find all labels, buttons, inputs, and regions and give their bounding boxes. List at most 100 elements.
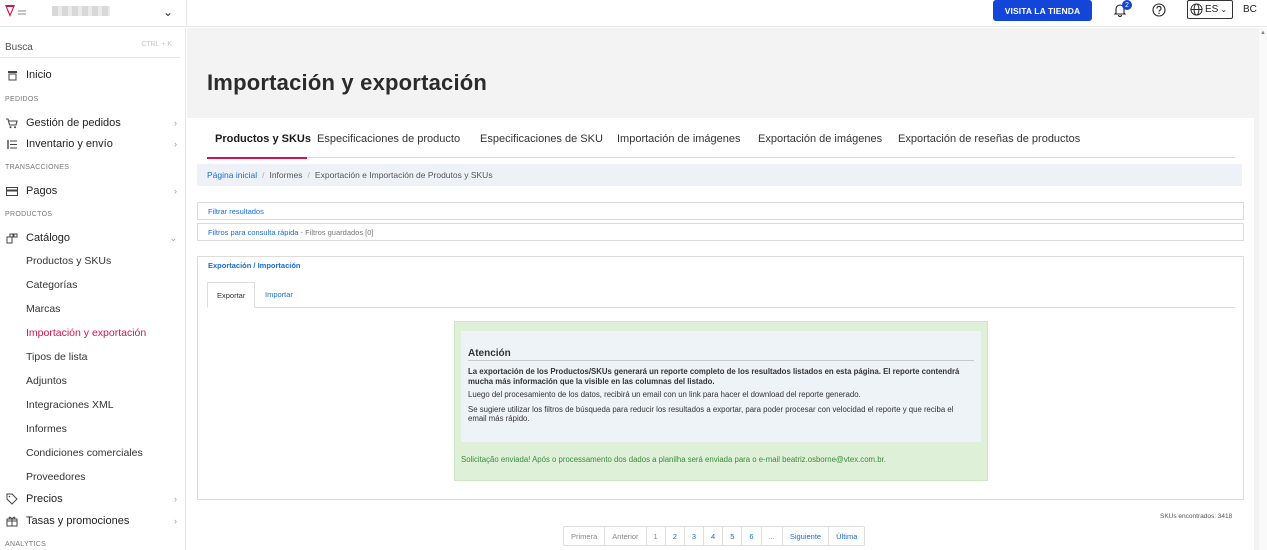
alert-info-panel: Atención La exportación de los Productos…	[461, 331, 981, 442]
section-transactions: TRANSACCIONES	[5, 164, 70, 171]
tab-product-specs[interactable]: Especificaciones de producto	[317, 133, 460, 145]
sidebar-subitem-xml-integrations[interactable]: Integraciones XML	[26, 399, 114, 411]
tab-review-export[interactable]: Exportación de reseñas de productos	[898, 133, 1080, 145]
pager-first[interactable]: Primera	[564, 527, 606, 546]
account-name-blurred[interactable]	[52, 6, 110, 16]
language-selector[interactable]: ES ⌄	[1187, 0, 1233, 19]
sidebar-subitem-categories[interactable]: Categorías	[26, 279, 77, 291]
sidebar-subitem-suppliers[interactable]: Proveedores	[26, 471, 86, 483]
search-input[interactable]: Busca CTRL + K	[0, 36, 180, 58]
pager-page[interactable]: 3	[685, 527, 705, 546]
pager-next[interactable]: Siguiente	[783, 527, 830, 546]
breadcrumb: Página inicial / Informes / Exportación e Im…	[197, 164, 1242, 186]
search-shortcut: CTRL + K	[141, 41, 172, 48]
alert-paragraph: Luego del procesamiento de los datos, re…	[468, 390, 861, 399]
notification-badge: 2	[1122, 0, 1132, 10]
chevron-down-icon: ⌄	[169, 233, 177, 243]
divider	[186, 0, 187, 27]
scroll-up-icon[interactable]: ▲	[1260, 30, 1266, 36]
catalog-icon	[5, 232, 19, 244]
tag-icon	[5, 493, 19, 505]
alert-title: Atención	[468, 348, 974, 361]
chevron-right-icon: ›	[174, 118, 177, 128]
main-content: Importación y exportación Productos y SK…	[187, 28, 1259, 550]
success-message: Solicitação enviada! Após o processament…	[461, 455, 886, 464]
list-icon	[5, 138, 19, 150]
gift-icon	[5, 515, 19, 527]
quick-filters-box: Filtros para consulta rápida - Filtros g…	[197, 223, 1244, 241]
content-panel: Productos y SKUs Especificaciones de pro…	[187, 118, 1254, 550]
sidebar-item-catalog[interactable]: Catálogo ⌄	[5, 232, 177, 244]
chevron-down-icon[interactable]: ⌄	[163, 5, 173, 19]
active-tab-indicator	[207, 157, 307, 159]
section-orders: PEDIDOS	[5, 96, 39, 103]
page-title: Importación y exportación	[207, 70, 488, 95]
breadcrumb-separator: /	[262, 170, 265, 180]
sidebar-subitem-list-types[interactable]: Tipos de lista	[26, 351, 87, 363]
tab-bar: Productos y SKUs Especificaciones de pro…	[207, 128, 1235, 159]
pager-page[interactable]: 5	[723, 527, 743, 546]
pager-page[interactable]: 6	[742, 527, 762, 546]
avatar[interactable]: BC	[1243, 4, 1257, 15]
breadcrumb-reports[interactable]: Informes	[269, 170, 302, 180]
attention-alert: Atención La exportación de los Productos…	[454, 321, 988, 481]
section-products: PRODUCTOS	[5, 211, 53, 218]
sidebar-subitem-commercial-conditions[interactable]: Condiciones comerciales	[26, 447, 143, 459]
breadcrumb-current: Exportación e Importación de Produtos y …	[314, 170, 493, 180]
sidebar-subitem-import-export[interactable]: Importación y exportación	[26, 327, 146, 339]
pager-page[interactable]: 1	[647, 527, 666, 546]
globe-icon	[1190, 3, 1203, 16]
chevron-down-icon: ⌄	[1220, 5, 1228, 14]
filter-results-link[interactable]: Filtrar resultados	[208, 207, 264, 216]
section-analytics: ANALYTICS	[5, 541, 47, 548]
sidebar-item-prices[interactable]: Precios ›	[5, 493, 177, 505]
sidebar: Busca CTRL + K Inicio PEDIDOS Gestión de…	[0, 28, 186, 550]
export-import-box: Exportación / Importación Exportar Impor…	[197, 256, 1244, 500]
tab-image-export[interactable]: Exportación de imágenes	[758, 133, 882, 145]
tab-image-import[interactable]: Importación de imágenes	[617, 133, 741, 145]
filter-results-box: Filtrar resultados	[197, 202, 1244, 220]
quick-filters-link[interactable]: Filtros para consulta rápida	[208, 228, 298, 237]
store-icon	[5, 69, 19, 81]
card-icon	[5, 185, 19, 197]
breadcrumb-home[interactable]: Página inicial	[207, 170, 257, 180]
pagination: Primera Anterior 1 2 3 4 5 6 ... Siguien…	[563, 526, 866, 546]
tab-sku-specs[interactable]: Especificaciones de SKU	[480, 133, 603, 145]
chevron-right-icon: ›	[174, 516, 177, 526]
alert-paragraph: Se sugiere utilizar los filtros de búsqu…	[468, 404, 954, 424]
sidebar-subitem-attachments[interactable]: Adjuntos	[26, 375, 67, 387]
pager-page[interactable]: 4	[704, 527, 724, 546]
sidebar-item-orders[interactable]: Gestión de pedidos ›	[5, 117, 177, 129]
pager-ellipsis: ...	[762, 527, 783, 546]
language-code: ES	[1205, 4, 1219, 15]
alert-paragraph: La exportación de los Productos/SKUs gen…	[468, 367, 960, 386]
sidebar-subitem-products-skus[interactable]: Productos y SKUs	[26, 255, 111, 267]
top-bar: ⌄ VISITA LA TIENDA 2 ES ⌄ BC	[0, 0, 1267, 27]
sidebar-item-home[interactable]: Inicio	[5, 69, 177, 81]
pager-previous[interactable]: Anterior	[605, 527, 647, 546]
breadcrumb-separator: /	[307, 170, 310, 180]
pager-page[interactable]: 2	[666, 527, 685, 546]
chevron-right-icon: ›	[174, 186, 177, 196]
cart-icon	[5, 117, 19, 129]
sidebar-item-promotions[interactable]: Tasas y promociones ›	[5, 515, 177, 527]
export-import-header: Exportación / Importación	[208, 261, 301, 270]
sidebar-item-payments[interactable]: Pagos ›	[5, 185, 177, 197]
tab-products-skus[interactable]: Productos y SKUs	[215, 133, 311, 145]
sidebar-item-inventory[interactable]: Inventario y envío ›	[5, 138, 177, 150]
scrollbar[interactable]	[1259, 28, 1267, 550]
vtex-logo-icon[interactable]	[4, 4, 28, 18]
saved-filters-count: - Filtros guardados [0]	[298, 228, 374, 237]
help-icon[interactable]	[1152, 3, 1166, 17]
search-placeholder: Busca	[5, 42, 33, 53]
visit-store-button[interactable]: VISITA LA TIENDA	[993, 0, 1092, 21]
tab-import[interactable]: Importar	[256, 282, 302, 308]
pager-last[interactable]: Última	[829, 527, 864, 546]
chevron-right-icon: ›	[174, 494, 177, 504]
skus-found-count: SKUs encontrados: 3418	[1160, 513, 1233, 520]
chevron-right-icon: ›	[174, 139, 177, 149]
sidebar-subitem-brands[interactable]: Marcas	[26, 303, 60, 315]
tab-export[interactable]: Exportar	[207, 282, 256, 308]
export-import-tabs: Exportar Importar	[207, 282, 1235, 308]
sidebar-subitem-reports[interactable]: Informes	[26, 423, 67, 435]
